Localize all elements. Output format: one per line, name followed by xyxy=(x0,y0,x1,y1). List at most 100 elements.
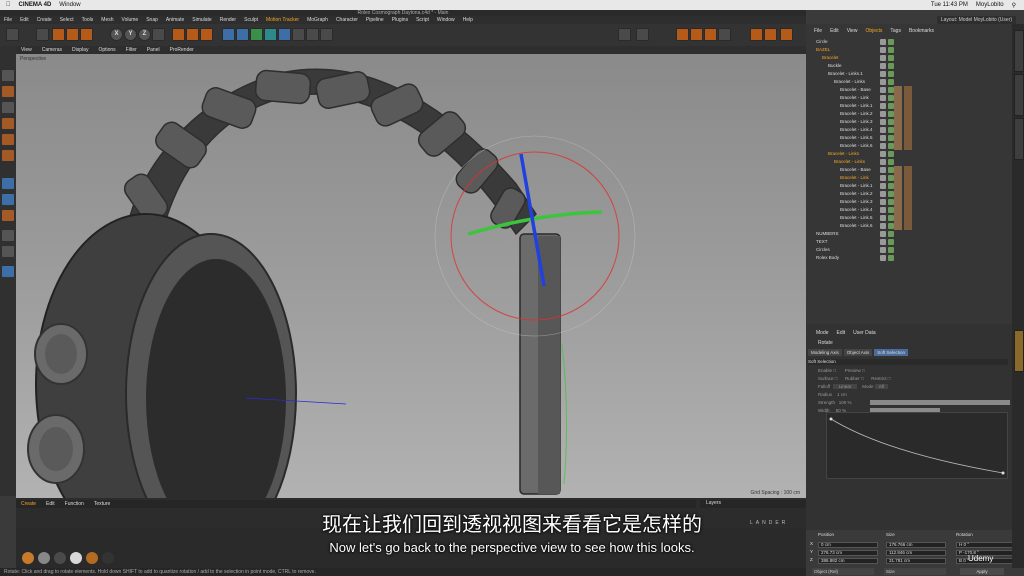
attr-menu-mode[interactable]: Mode xyxy=(816,330,829,336)
object-row[interactable]: Bracelet - Link.1 xyxy=(812,102,1008,110)
object-row[interactable]: Buckle xyxy=(812,62,1008,70)
vp-menu-view[interactable]: View xyxy=(21,47,32,53)
texture-mode-icon[interactable] xyxy=(718,28,731,41)
visibility-icon[interactable] xyxy=(880,151,886,157)
tab-soft-selection[interactable]: Soft Selection xyxy=(874,349,909,356)
object-row[interactable]: TEXT xyxy=(812,238,1008,246)
visibility-icon[interactable] xyxy=(880,143,886,149)
object-row[interactable]: Bracelet - Link.5 xyxy=(812,134,1008,142)
material-tag-icon[interactable] xyxy=(894,190,902,198)
cube-icon[interactable] xyxy=(222,28,235,41)
material-tag-icon[interactable] xyxy=(904,94,912,102)
undo-icon[interactable] xyxy=(6,28,19,41)
enabled-check-icon[interactable] xyxy=(888,159,894,165)
visibility-icon[interactable] xyxy=(880,39,886,45)
enabled-check-icon[interactable] xyxy=(888,231,894,237)
menu-help[interactable]: Help xyxy=(463,17,473,23)
subdivision-icon[interactable] xyxy=(250,28,263,41)
material-tag-icon[interactable] xyxy=(904,142,912,150)
obj-menu-tags[interactable]: Tags xyxy=(890,28,901,36)
app-name[interactable]: CINEMA 4D xyxy=(19,2,52,8)
menu-animate[interactable]: Animate xyxy=(166,17,184,23)
pos-field[interactable]: 386.882 cm xyxy=(818,558,878,564)
object-row[interactable]: Bracelet - Base xyxy=(812,166,1008,174)
model-mode-icon[interactable] xyxy=(2,86,14,97)
obj-menu-edit[interactable]: Edit xyxy=(830,28,839,36)
visibility-icon[interactable] xyxy=(880,255,886,261)
menu-plugins[interactable]: Plugins xyxy=(392,17,408,23)
obj-menu-bookmarks[interactable]: Bookmarks xyxy=(909,28,934,36)
enabled-check-icon[interactable] xyxy=(888,39,894,45)
axis-mode-icon[interactable] xyxy=(2,178,14,189)
point-mode-icon[interactable] xyxy=(676,28,689,41)
apple-icon[interactable]:  xyxy=(6,2,11,8)
object-row[interactable]: Circles xyxy=(812,246,1008,254)
tab-object-axis[interactable]: Object Axis xyxy=(843,349,873,356)
objects-side-tab[interactable] xyxy=(1014,30,1024,72)
material-tag-icon[interactable] xyxy=(894,126,902,134)
menu-tools[interactable]: Tools xyxy=(82,17,94,23)
enabled-check-icon[interactable] xyxy=(888,255,894,261)
material-tag-icon[interactable] xyxy=(894,222,902,230)
object-row[interactable]: Bracelet - Link.4 xyxy=(812,206,1008,214)
object-row[interactable]: Bracelet - Link.2 xyxy=(812,110,1008,118)
visibility-icon[interactable] xyxy=(880,231,886,237)
vp-menu-display[interactable]: Display xyxy=(72,47,88,53)
visibility-icon[interactable] xyxy=(880,199,886,205)
enabled-check-icon[interactable] xyxy=(888,71,894,77)
falloff-select[interactable]: Falloff Linear Mode All xyxy=(818,384,888,389)
object-row[interactable]: Bracelet - Links xyxy=(812,158,1008,166)
obj-menu-file[interactable]: File xyxy=(814,28,822,36)
visibility-icon[interactable] xyxy=(880,183,886,189)
edge-mode-icon[interactable] xyxy=(690,28,703,41)
menu-pipeline[interactable]: Pipeline xyxy=(366,17,384,23)
material-tag-icon[interactable] xyxy=(904,126,912,134)
perspective-viewport[interactable]: Perspective Grid Spacing: 100 cm xyxy=(16,54,806,498)
enabled-check-icon[interactable] xyxy=(888,151,894,157)
vp-menu-options[interactable]: Options xyxy=(98,47,115,53)
menu-motion-tracker[interactable]: Motion Tracker xyxy=(266,17,299,23)
object-row[interactable]: Circle xyxy=(812,38,1008,46)
light-icon[interactable] xyxy=(320,28,333,41)
size-field[interactable]: 31.781 cm xyxy=(886,558,946,564)
visibility-icon[interactable] xyxy=(880,207,886,213)
coord-mode-select[interactable]: Object (Rel) xyxy=(812,568,874,575)
visibility-icon[interactable] xyxy=(880,239,886,245)
move-tool-icon[interactable] xyxy=(52,28,65,41)
menu-simulate[interactable]: Simulate xyxy=(192,17,211,23)
cloner-icon[interactable] xyxy=(264,28,277,41)
visibility-icon[interactable] xyxy=(880,71,886,77)
object-row[interactable]: Bracelet - Link xyxy=(812,174,1008,182)
material-tag-icon[interactable] xyxy=(904,110,912,118)
object-row[interactable]: Bracelet - Links xyxy=(812,78,1008,86)
material-tag-icon[interactable] xyxy=(904,198,912,206)
menu-file[interactable]: File xyxy=(4,17,12,23)
material-tag-icon[interactable] xyxy=(894,198,902,206)
select-tool-icon[interactable] xyxy=(36,28,49,41)
object-row[interactable]: Bracelet - Link.5 xyxy=(812,214,1008,222)
menu-edit[interactable]: Edit xyxy=(20,17,29,23)
polygon-mode-icon[interactable] xyxy=(704,28,717,41)
material-tag-icon[interactable] xyxy=(894,102,902,110)
snap-icon[interactable] xyxy=(636,28,649,41)
object-row[interactable]: Bracelet - Base xyxy=(812,86,1008,94)
deformer-icon[interactable] xyxy=(278,28,291,41)
object-row[interactable]: Bracelet - Link.4 xyxy=(812,126,1008,134)
visibility-icon[interactable] xyxy=(880,95,886,101)
enabled-check-icon[interactable] xyxy=(888,63,894,69)
visibility-icon[interactable] xyxy=(880,87,886,93)
z-axis-lock-icon[interactable]: Z xyxy=(138,28,151,41)
material-tag-icon[interactable] xyxy=(894,86,902,94)
material-tag-icon[interactable] xyxy=(904,182,912,190)
visibility-icon[interactable] xyxy=(880,191,886,197)
visibility-icon[interactable] xyxy=(880,111,886,117)
material-tag-icon[interactable] xyxy=(904,102,912,110)
apply-button[interactable]: Apply xyxy=(960,568,1004,575)
object-row[interactable]: Bracelet - Link.2 xyxy=(812,190,1008,198)
size-mode-select[interactable]: Size xyxy=(884,568,946,575)
enable-axis-icon[interactable] xyxy=(750,28,763,41)
attr-menu-edit[interactable]: Edit xyxy=(837,330,846,336)
solo-icon[interactable] xyxy=(2,210,14,221)
search-icon[interactable]: ⚲ xyxy=(1012,2,1016,9)
scale-tool-icon[interactable] xyxy=(66,28,79,41)
